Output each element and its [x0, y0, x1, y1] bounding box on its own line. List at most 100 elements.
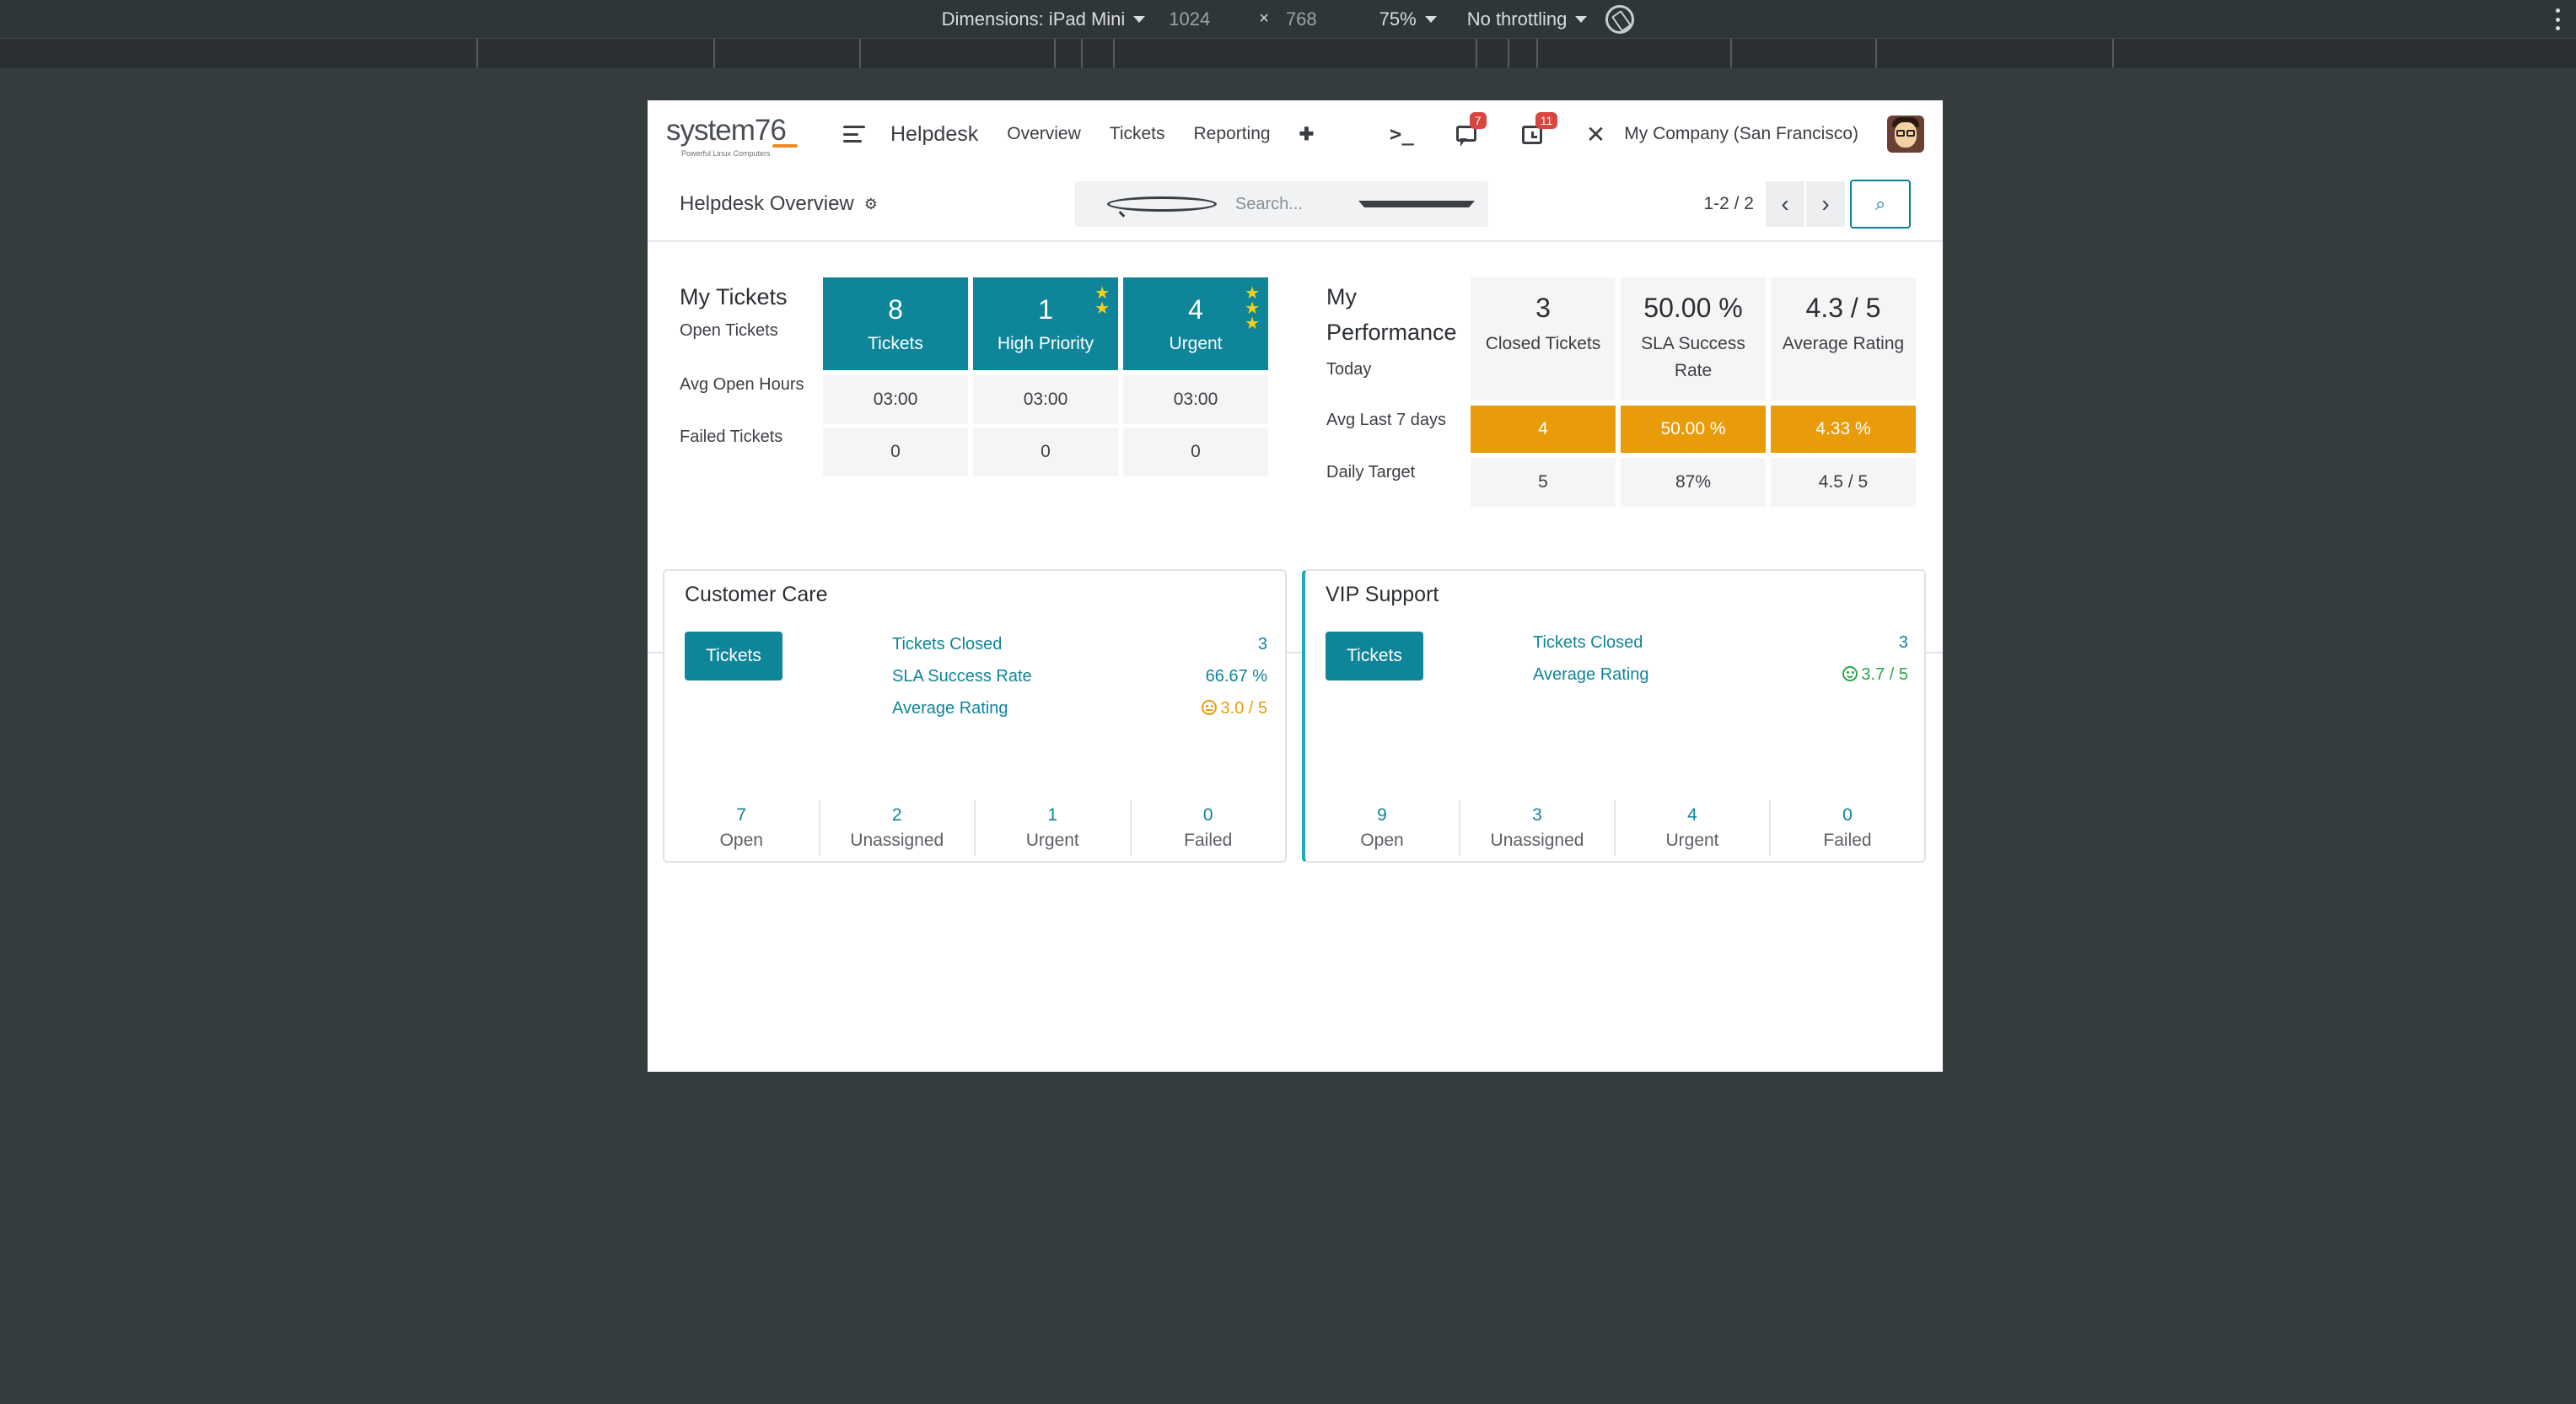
- logo-wordmark: system76: [666, 114, 787, 148]
- logo-number: 76: [754, 114, 787, 147]
- team-footer-stats: 9 Open 3 Unassigned 4 Urgent 0 Failed: [1305, 800, 1924, 856]
- pager: 1-2 / 2 ‹ › ⌕: [1703, 180, 1911, 229]
- pager-value[interactable]: 1-2 / 2: [1703, 194, 1754, 214]
- avg-last-7-days-label: Avg Last 7 days: [1326, 411, 1446, 429]
- tile-value: 8: [888, 293, 903, 325]
- search-panel-toggle-button[interactable]: ⌕: [1850, 180, 1911, 229]
- priority-stars-icon: ★ ★: [1094, 284, 1110, 318]
- stat-label: Average Rating: [1533, 665, 1649, 684]
- avg-hours-cell: 03:00: [973, 375, 1118, 424]
- footer-stat-unassigned[interactable]: 2 Unassigned: [818, 800, 975, 856]
- app-title[interactable]: Helpdesk: [890, 122, 978, 147]
- tile-value: 3: [1535, 293, 1551, 323]
- rotate-icon[interactable]: [1605, 4, 1635, 34]
- breadcrumb: Helpdesk Overview ⚙: [680, 192, 878, 216]
- priority-stars-icon: ★ ★ ★: [1245, 284, 1260, 333]
- footer-stat-unassigned[interactable]: 3 Unassigned: [1459, 800, 1614, 856]
- team-name[interactable]: Customer Care: [685, 583, 828, 607]
- my-tickets-count-tile[interactable]: 8 Tickets: [823, 277, 968, 370]
- failed-cell[interactable]: 0: [1123, 428, 1268, 476]
- messages-badge: 7: [1469, 112, 1487, 129]
- zoom-selector[interactable]: 75%: [1379, 8, 1437, 30]
- search-input[interactable]: Search...: [1235, 195, 1340, 214]
- avg-hours-cell: 03:00: [823, 375, 968, 424]
- smile-face-icon: [1842, 666, 1858, 681]
- tile-label: Tickets: [868, 333, 923, 353]
- chevron-down-icon: [1424, 15, 1437, 23]
- footer-stat-open[interactable]: 7 Open: [664, 800, 819, 856]
- search-bar[interactable]: Search...: [1074, 181, 1488, 227]
- menu-item-tickets[interactable]: Tickets: [1110, 124, 1165, 145]
- stat-label: SLA Success Rate: [892, 667, 1032, 686]
- company-logo[interactable]: system76 Powerful Linux Computers: [666, 107, 809, 161]
- more-options-icon[interactable]: [2556, 8, 2561, 30]
- stat-count: 0: [1842, 805, 1853, 825]
- logo-swoosh: [772, 144, 798, 148]
- high-priority-tile[interactable]: ★ ★ 1 High Priority: [973, 277, 1118, 370]
- team-stat-row[interactable]: Tickets Closed 3: [1533, 633, 1908, 653]
- pager-next-button[interactable]: ›: [1806, 181, 1845, 227]
- team-stat-row[interactable]: Tickets Closed 3: [892, 635, 1267, 654]
- width-input[interactable]: 1024: [1169, 8, 1210, 30]
- stat-label: Average Rating: [892, 699, 1008, 718]
- footer-stat-urgent[interactable]: 1 Urgent: [974, 800, 1130, 856]
- chevron-down-icon: [1575, 15, 1588, 23]
- avatar[interactable]: [1887, 116, 1924, 153]
- terminal-icon[interactable]: >_: [1390, 122, 1414, 146]
- stat-count: 3: [1532, 805, 1542, 825]
- pager-previous-button[interactable]: ‹: [1766, 181, 1804, 227]
- stat-value: 3: [1257, 635, 1267, 654]
- page-title: Helpdesk Overview: [680, 192, 854, 215]
- stat-label: Tickets Closed: [892, 635, 1003, 654]
- search-options-toggle-icon[interactable]: [1358, 201, 1475, 207]
- team-stat-row[interactable]: Average Rating 3.7 / 5: [1533, 665, 1908, 685]
- footer-stat-urgent[interactable]: 4 Urgent: [1614, 800, 1769, 856]
- control-panel: Helpdesk Overview ⚙ Search... 1-2 / 2 ‹ …: [648, 168, 1943, 242]
- team-footer-stats: 7 Open 2 Unassigned 1 Urgent 0 Failed: [664, 800, 1285, 856]
- failed-cell[interactable]: 0: [973, 428, 1118, 476]
- tools-icon[interactable]: ✕: [1586, 121, 1605, 148]
- tickets-button[interactable]: Tickets: [685, 632, 782, 680]
- stat-count: 9: [1377, 805, 1387, 825]
- footer-stat-failed[interactable]: 0 Failed: [1129, 800, 1286, 856]
- team-stat-row[interactable]: SLA Success Rate 66.67 %: [892, 667, 1267, 686]
- activities-button[interactable]: 11: [1520, 112, 1558, 146]
- avg7-sla-cell: 50.00 %: [1621, 406, 1766, 453]
- menu-item-overview[interactable]: Overview: [1007, 124, 1081, 145]
- stat-count: 4: [1687, 805, 1697, 825]
- messages-button[interactable]: 7: [1455, 112, 1487, 147]
- team-card-customer-care: Customer Care Tickets Tickets Closed 3 S…: [663, 569, 1287, 863]
- company-switcher[interactable]: My Company (San Francisco): [1624, 124, 1858, 144]
- tile-value: 1: [1038, 293, 1053, 325]
- avg-hours-cell: 03:00: [1123, 375, 1268, 424]
- stat-label: Urgent: [1665, 831, 1719, 850]
- menu-toggle-icon[interactable]: [843, 126, 865, 143]
- footer-stat-failed[interactable]: 0 Failed: [1769, 800, 1924, 856]
- stat-label: Failed: [1184, 831, 1233, 850]
- failed-cell[interactable]: 0: [823, 428, 968, 476]
- stat-label: Urgent: [1025, 831, 1079, 850]
- height-input[interactable]: 768: [1286, 8, 1317, 30]
- team-stat-row[interactable]: Average Rating 3.0 / 5: [892, 699, 1267, 718]
- stat-label: Open: [1360, 831, 1404, 850]
- tile-label: Urgent: [1169, 333, 1223, 353]
- add-menu-icon[interactable]: ✚: [1299, 124, 1315, 145]
- stat-label: Unassigned: [850, 831, 944, 850]
- stat-count: 7: [736, 805, 747, 825]
- device-selector[interactable]: Dimensions: iPad Mini: [942, 8, 1146, 30]
- top-navbar: system76 Powerful Linux Computers Helpde…: [648, 100, 1943, 168]
- tile-label: SLA Success Rate: [1641, 334, 1745, 380]
- throttle-selector[interactable]: No throttling: [1467, 8, 1588, 30]
- open-tickets-label: Open Tickets: [680, 321, 778, 340]
- tile-value: 50.00 %: [1643, 293, 1743, 323]
- tickets-button[interactable]: Tickets: [1326, 632, 1423, 680]
- rating-value: 3.7 / 5: [1842, 665, 1908, 685]
- footer-stat-open[interactable]: 9 Open: [1305, 800, 1459, 856]
- urgent-tile[interactable]: ★ ★ ★ 4 Urgent: [1123, 277, 1268, 370]
- closed-tickets-tile: 3 Closed Tickets: [1471, 277, 1616, 401]
- menu-item-reporting[interactable]: Reporting: [1194, 124, 1271, 145]
- settings-toggle-icon[interactable]: ⚙: [864, 196, 878, 213]
- my-tickets-title: My Tickets: [680, 284, 788, 309]
- team-name[interactable]: VIP Support: [1326, 583, 1439, 607]
- target-sla-cell: 87%: [1621, 458, 1766, 507]
